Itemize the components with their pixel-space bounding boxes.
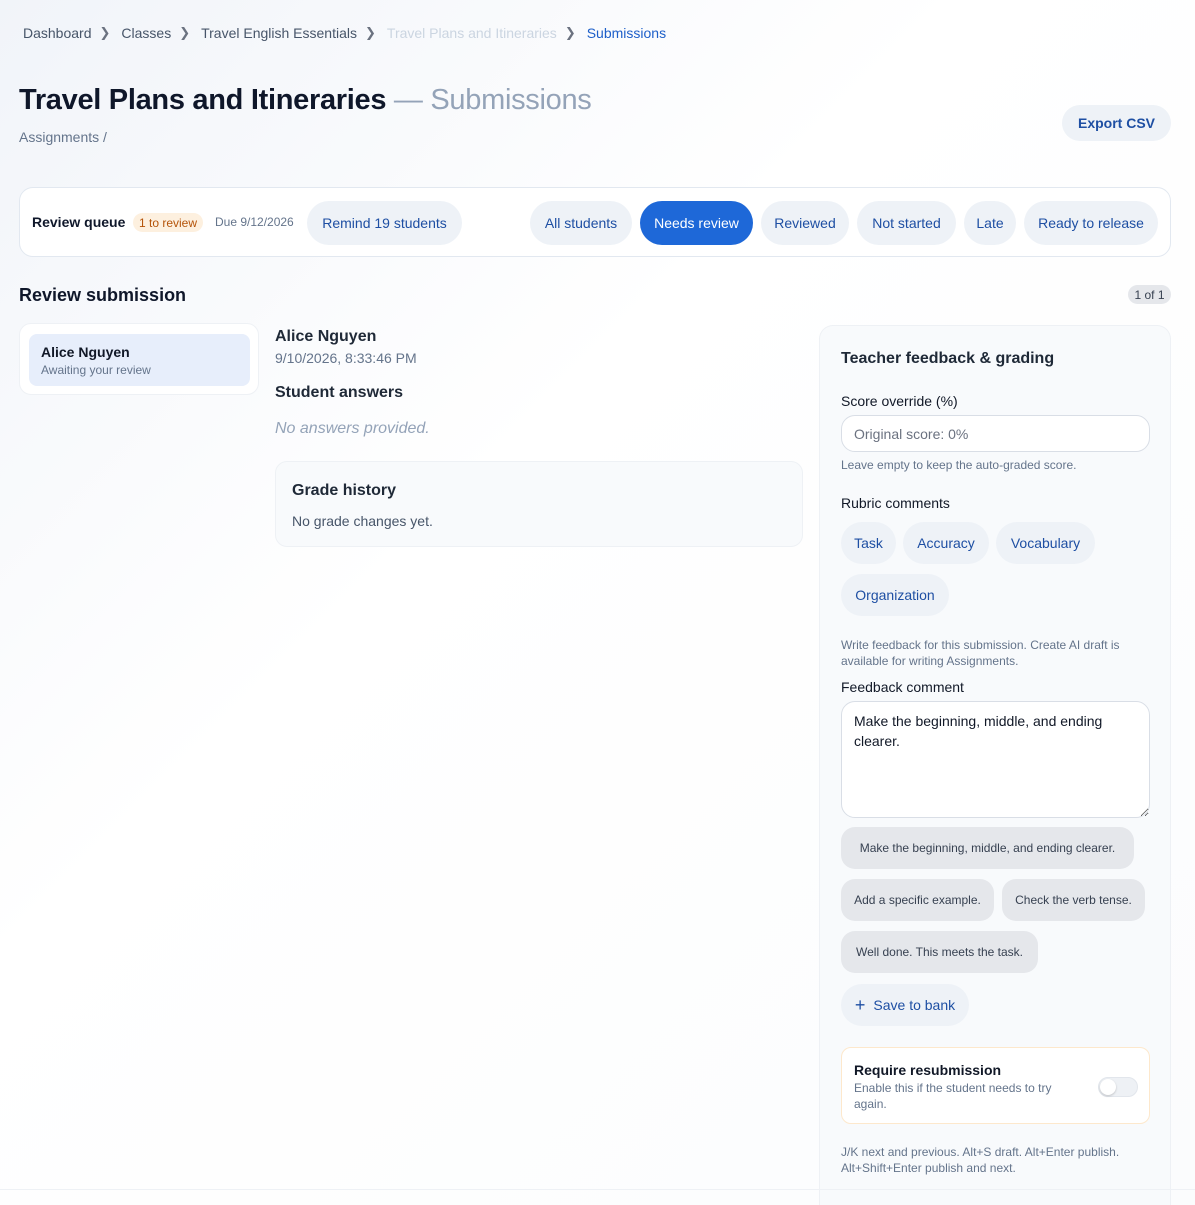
grade-history-card: Grade history No grade changes yet. (275, 461, 803, 547)
toggle-knob (1100, 1079, 1116, 1095)
page-title-main: Travel Plans and Itineraries (19, 84, 387, 116)
breadcrumb: Dashboard ❯ Classes ❯ Travel English Essen… (23, 24, 666, 42)
review-submission-title: Review submission (19, 285, 187, 305)
submission-timestamp: 9/10/2026, 8:33:46 PM (275, 350, 417, 366)
student-answers-title: Student answers (275, 384, 404, 401)
feedback-panel: Teacher feedback & grading Score overrid… (819, 325, 1171, 1205)
feedback-panel-title: Teacher feedback & grading (841, 350, 1055, 367)
rubric-accuracy-button[interactable]: Accuracy (903, 522, 989, 564)
filter-needs-review[interactable]: Needs review (640, 201, 753, 245)
student-status: Awaiting your review (41, 363, 151, 377)
breadcrumb-current-label: Submissions (586, 25, 667, 41)
save-to-bank-button[interactable]: + Save to bank (841, 984, 969, 1026)
breadcrumb-assignment-label[interactable]: Travel Plans and Itineraries (387, 25, 557, 41)
page-subline: Assignments / (19, 129, 107, 145)
grade-history-empty: No grade changes yet. (292, 513, 433, 529)
chevron-right-icon: ❯ (99, 25, 111, 40)
resubmission-title: Require resubmission (854, 1062, 1002, 1078)
breadcrumb-dashboard[interactable]: Dashboard ❯ (23, 25, 121, 41)
breadcrumb-class[interactable]: Travel English Essentials ❯ (201, 25, 387, 41)
review-queue-bar: Review queue 1 to review Due 9/12/2026 R… (19, 187, 1171, 257)
feedback-comment-textarea[interactable]: Make the beginning, middle, and ending c… (841, 701, 1150, 818)
breadcrumb-assignment[interactable]: Travel Plans and Itineraries ❯ (387, 25, 587, 41)
chevron-right-icon: ❯ (179, 25, 191, 40)
score-help-text: Leave empty to keep the auto-graded scor… (841, 458, 1077, 472)
student-list: Alice Nguyen Awaiting your review (19, 323, 259, 395)
filter-not-started[interactable]: Not started (857, 201, 956, 245)
rubric-task-button[interactable]: Task (841, 522, 896, 564)
chevron-right-icon: ❯ (365, 25, 376, 40)
feedback-help-text: Write feedback for this submission. Crea… (841, 638, 1120, 668)
submission-student-name: Alice Nguyen (275, 328, 377, 345)
student-name: Alice Nguyen (41, 344, 130, 360)
breadcrumb-classes-label[interactable]: Classes (121, 25, 171, 41)
submission-count-badge: 1 of 1 (1128, 285, 1171, 304)
filter-late[interactable]: Late (964, 201, 1016, 245)
comment-bank-chip[interactable]: Well done. This meets the task. (841, 931, 1038, 973)
chevron-right-icon: ❯ (564, 25, 576, 40)
score-override-label: Score override (%) (841, 393, 958, 409)
footer-divider (0, 1189, 1195, 1190)
breadcrumb-class-label[interactable]: Travel English Essentials (201, 25, 357, 41)
review-queue-label: Review queue (32, 214, 126, 230)
page-title: Travel Plans and Itineraries — Submissio… (19, 84, 592, 117)
keyboard-shortcuts-hint: J/K next and previous. Alt+S draft. Alt+… (841, 1145, 1120, 1175)
filter-all-students[interactable]: All students (530, 201, 632, 245)
plus-icon: + (854, 995, 866, 1015)
feedback-comment-label: Feedback comment (841, 679, 964, 695)
student-list-item[interactable]: Alice Nguyen Awaiting your review (29, 334, 250, 386)
grade-history-title: Grade history (292, 482, 397, 499)
breadcrumb-dashboard-label[interactable]: Dashboard (23, 25, 92, 41)
filter-ready-to-release[interactable]: Ready to release (1024, 201, 1158, 245)
due-date: Due 9/12/2026 (215, 215, 294, 229)
resubmission-description: Enable this if the student needs to try … (854, 1081, 1052, 1111)
filter-reviewed[interactable]: Reviewed (761, 201, 849, 245)
remind-students-button[interactable]: Remind 19 students (307, 201, 462, 245)
score-override-input[interactable] (841, 415, 1150, 452)
to-review-badge: 1 to review (133, 213, 204, 232)
breadcrumb-classes[interactable]: Classes ❯ (121, 25, 201, 41)
rubric-organization-button[interactable]: Organization (841, 574, 949, 616)
breadcrumb-current: Submissions (587, 25, 666, 41)
comment-bank-chip[interactable]: Check the verb tense. (1002, 879, 1145, 921)
export-csv-button[interactable]: Export CSV (1062, 105, 1171, 141)
comment-bank-chip[interactable]: Make the beginning, middle, and ending c… (841, 827, 1134, 869)
resubmission-toggle[interactable] (1098, 1077, 1138, 1097)
page-title-suffix: — Submissions (386, 84, 592, 116)
save-to-bank-label: Save to bank (873, 997, 956, 1013)
rubric-vocabulary-button[interactable]: Vocabulary (996, 522, 1095, 564)
comment-bank-chip[interactable]: Add a specific example. (841, 879, 994, 921)
rubric-comments-label: Rubric comments (841, 495, 950, 511)
no-answers-text: No answers provided. (275, 420, 430, 437)
require-resubmission-box: Require resubmission Enable this if the … (841, 1047, 1150, 1124)
